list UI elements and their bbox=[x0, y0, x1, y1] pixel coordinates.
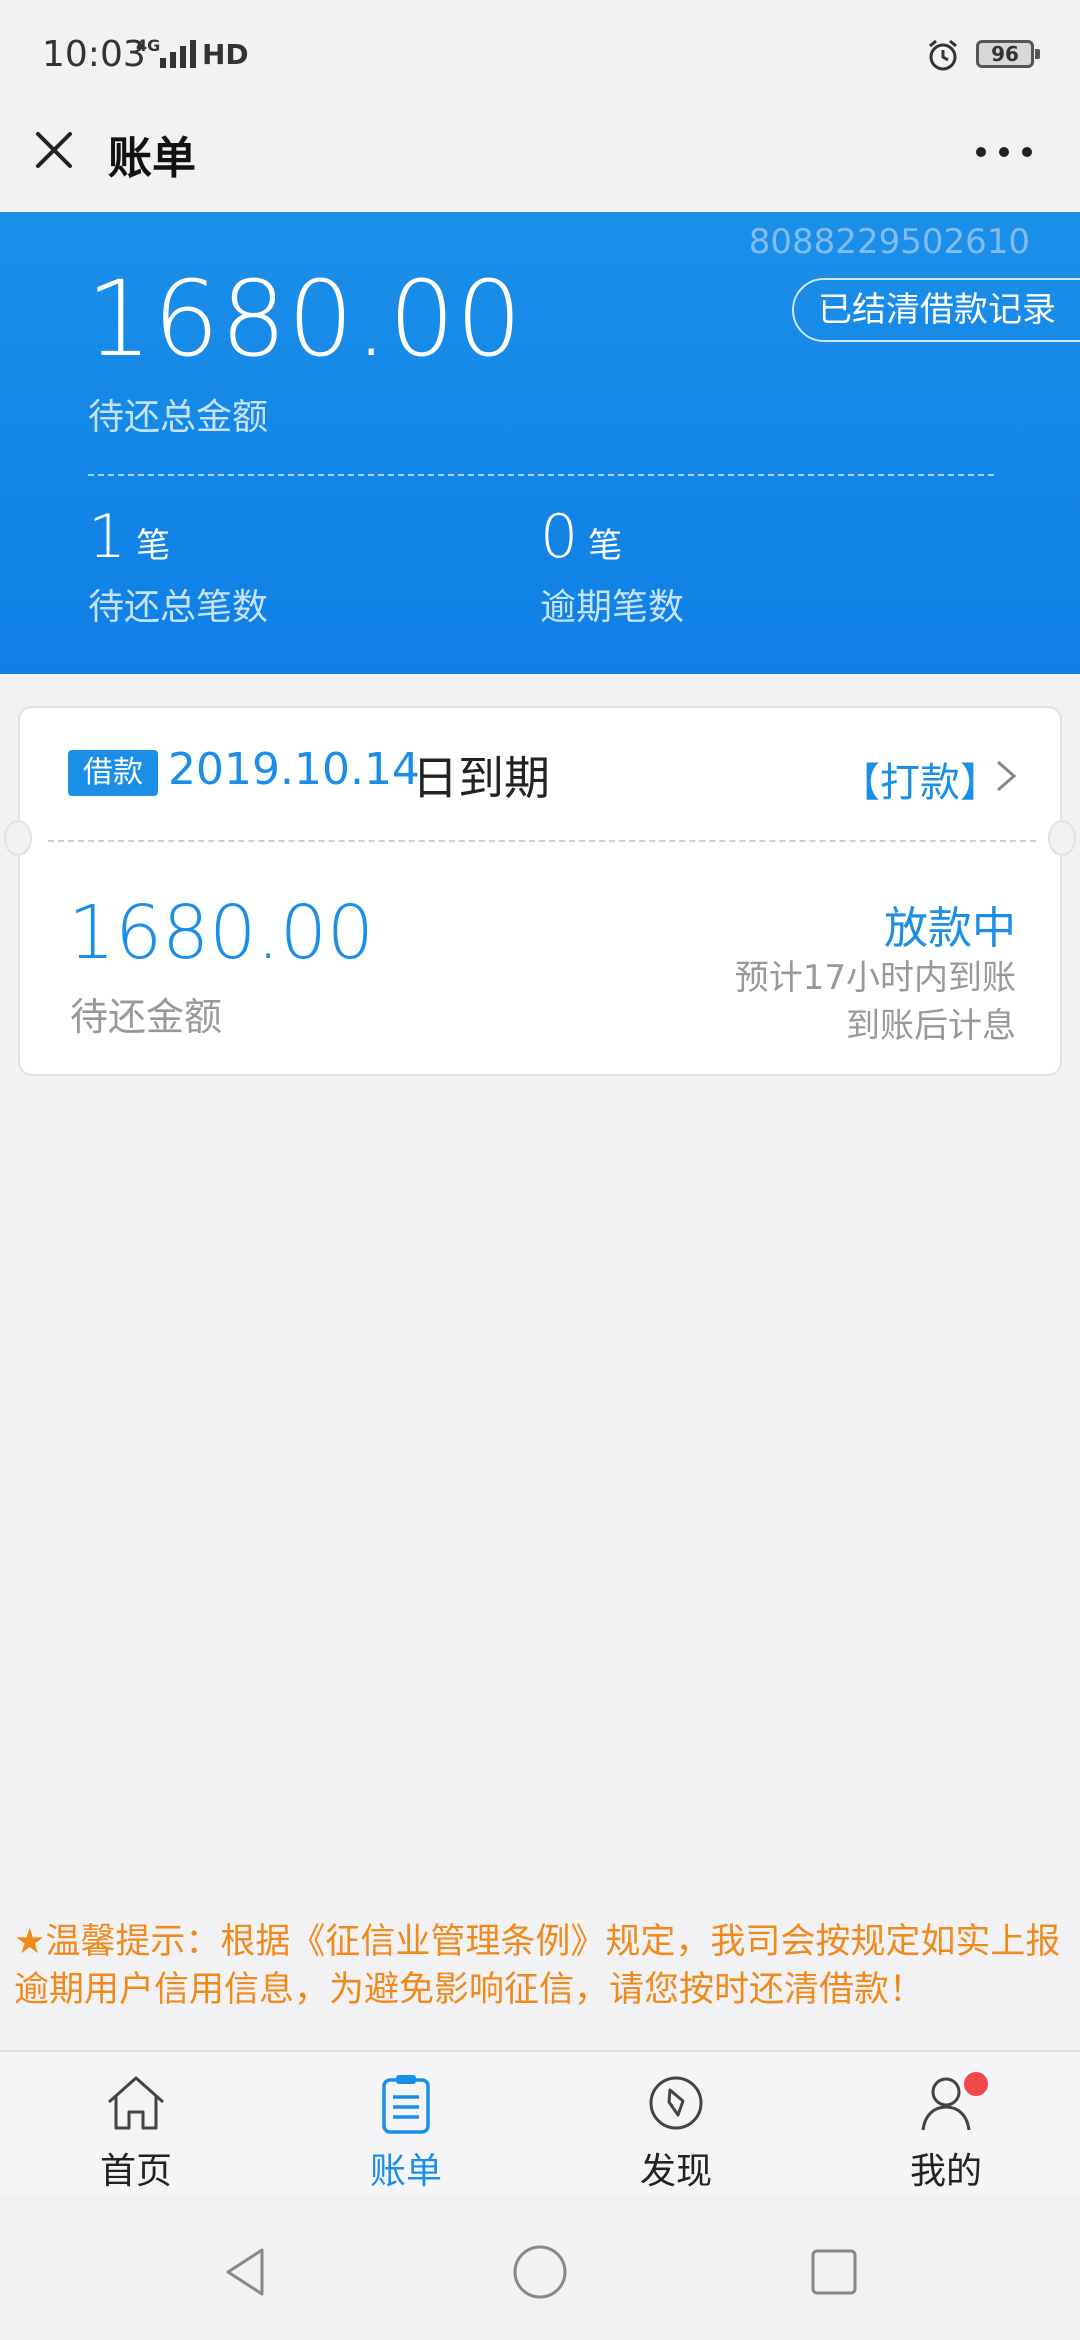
overdue-count-label: 逾期笔数 bbox=[540, 587, 685, 628]
card-divider bbox=[48, 840, 1036, 842]
due-date: 2019.10.14 bbox=[168, 744, 420, 795]
tab-mine-label: 我的 bbox=[909, 2151, 982, 2192]
overdue-count: 0 bbox=[540, 502, 579, 572]
home-button-icon[interactable] bbox=[510, 2242, 570, 2302]
home-icon bbox=[108, 2076, 164, 2130]
total-amount: 1680.00 bbox=[86, 258, 524, 380]
tab-discover-label: 发现 bbox=[639, 2151, 712, 2192]
loan-card[interactable]: 借款 2019.10.14 日到期 【打款】 1680.00 待还金额 放款中 … bbox=[4, 706, 1076, 1076]
due-suffix: 日到期 bbox=[412, 751, 550, 805]
overdue-unit: 笔 bbox=[588, 526, 623, 566]
loan-amount-label: 待还金额 bbox=[70, 995, 223, 1039]
close-icon[interactable] bbox=[30, 126, 78, 174]
card-notch bbox=[4, 820, 32, 856]
page-title: 账单 bbox=[108, 133, 196, 184]
network-type: 4G bbox=[136, 36, 161, 55]
alarm-icon bbox=[929, 39, 957, 71]
loan-eta: 预计17小时内到账 bbox=[734, 958, 1016, 998]
pending-count: 1 bbox=[88, 502, 127, 572]
interest-note: 到账后计息 bbox=[846, 1006, 1016, 1046]
recents-icon[interactable] bbox=[804, 2242, 864, 2302]
bill-summary: 8088229502610 已结清借款记录 1680.00 待还总金额 1笔 待… bbox=[0, 212, 1080, 674]
tab-bill-label: 账单 bbox=[369, 2151, 442, 2192]
tab-discover[interactable]: 发现 bbox=[596, 2070, 756, 2194]
tab-bill[interactable]: 账单 bbox=[326, 2070, 486, 2194]
card-notch bbox=[1048, 820, 1076, 856]
hd-icon: HD bbox=[202, 38, 249, 71]
tab-mine[interactable]: 我的 bbox=[866, 2070, 1026, 2194]
divider bbox=[88, 474, 994, 476]
chevron-right-icon[interactable] bbox=[988, 756, 1022, 796]
overdue-count-block: 0笔 逾期笔数 bbox=[540, 502, 684, 630]
signal-icon bbox=[160, 38, 196, 68]
system-nav-bar bbox=[0, 2194, 1080, 2340]
more-icon[interactable] bbox=[976, 144, 1032, 160]
tab-bar: 首页 账单 发现 我的 bbox=[0, 2050, 1080, 2194]
bill-icon bbox=[382, 2075, 430, 2134]
notification-badge bbox=[964, 2072, 988, 2096]
pay-link[interactable]: 【打款】 bbox=[840, 750, 1000, 808]
loan-tag: 借款 bbox=[68, 750, 158, 796]
tab-home[interactable]: 首页 bbox=[56, 2070, 216, 2194]
account-number: 8088229502610 bbox=[748, 222, 1030, 262]
back-icon[interactable] bbox=[216, 2242, 276, 2302]
pending-unit: 笔 bbox=[136, 526, 171, 566]
loan-amount: 1680.00 bbox=[68, 890, 375, 976]
settled-records-button[interactable]: 已结清借款记录 bbox=[792, 278, 1080, 342]
total-amount-label: 待还总金额 bbox=[88, 397, 269, 438]
compass-icon bbox=[649, 2076, 703, 2130]
pending-count-block: 1笔 待还总笔数 bbox=[88, 502, 268, 630]
pending-count-label: 待还总笔数 bbox=[88, 587, 269, 628]
title-bar: 账单 bbox=[0, 108, 1080, 212]
tab-home-label: 首页 bbox=[99, 2151, 172, 2192]
status-bar: 10:03 4G HD 96 bbox=[0, 0, 1080, 108]
battery-level: 96 bbox=[991, 42, 1019, 66]
loan-status: 放款中 bbox=[884, 903, 1016, 954]
battery-icon: 96 bbox=[976, 40, 1040, 68]
warm-notice: ★温馨提示：根据《征信业管理条例》规定，我司会按规定如实上报逾期用户信用信息，为… bbox=[14, 1922, 1061, 2010]
status-time: 10:03 bbox=[42, 34, 146, 75]
